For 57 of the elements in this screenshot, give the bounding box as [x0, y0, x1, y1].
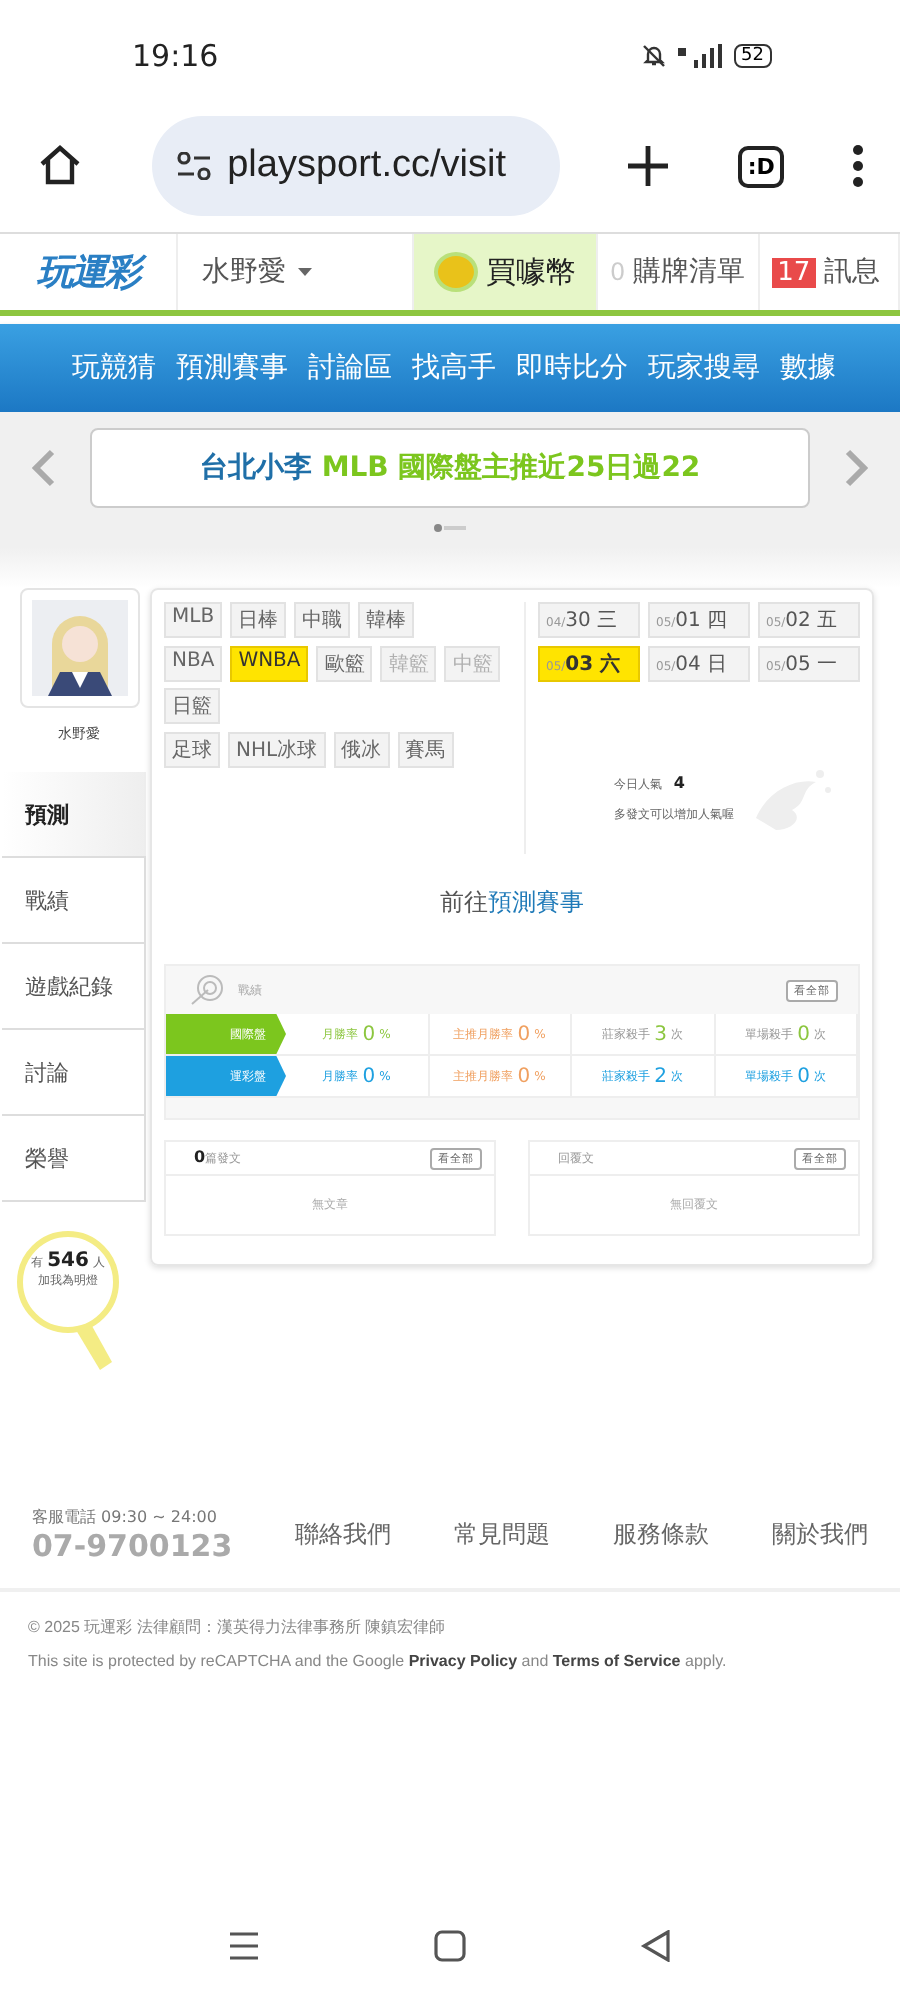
buy-coin-button[interactable]: 買噱幣 [414, 234, 598, 310]
sport-tag[interactable]: 日棒 [230, 602, 287, 638]
back-icon[interactable] [640, 1930, 673, 1962]
nav-link[interactable]: 數據 [780, 350, 836, 386]
sidebar-tab[interactable]: 預測 [1, 772, 145, 858]
nav-link[interactable]: 玩家搜尋 [648, 350, 760, 386]
footer-link[interactable]: 關於我們 [771, 1518, 868, 1552]
footer-link[interactable]: 聯絡我們 [295, 1518, 392, 1552]
predict-link[interactable]: 預測賽事 [488, 886, 584, 920]
pager-dots-icon [434, 524, 466, 532]
phone-number: 07-9700123 [32, 1528, 233, 1564]
menu-icon[interactable] [851, 144, 864, 188]
footer-link[interactable]: 常見問題 [454, 1518, 551, 1552]
sidebar-tab[interactable]: 戰績 [1, 858, 145, 944]
author-name: 台北小李 [199, 450, 312, 486]
sidebar-tab[interactable]: 遊戲紀錄 [1, 944, 145, 1030]
nav-link[interactable]: 玩競猜 [72, 350, 156, 386]
hotline-label: 客服電話 09:30 ~ 24:00 [32, 1506, 219, 1528]
headline-text: MLB 國際盤主推近25日過22 [321, 450, 701, 486]
address-bar[interactable]: playsport.cc/visit [151, 116, 560, 216]
site-settings-icon[interactable] [175, 152, 212, 180]
messages-link[interactable]: 17 訊息 [759, 234, 900, 310]
url-text: playsport.cc/visit [227, 144, 506, 188]
clock: 19:16 [132, 38, 219, 74]
home-icon[interactable] [36, 142, 84, 190]
site-logo[interactable]: 玩運彩 [0, 234, 178, 310]
sport-tag[interactable]: MLB [164, 602, 223, 638]
bell-off-icon [641, 44, 666, 68]
sport-tag[interactable]: 中職 [294, 602, 351, 638]
sport-tag[interactable]: WNBA [230, 646, 309, 682]
sport-tag[interactable]: 俄冰 [333, 732, 390, 768]
tab-switcher-button[interactable]: :D [737, 145, 785, 187]
nav-link[interactable]: 討論區 [308, 350, 392, 386]
goto-text: 前往 [440, 886, 488, 920]
signal-icon [677, 44, 722, 68]
sport-tag[interactable]: 賽馬 [397, 732, 454, 768]
nav-link[interactable]: 即時比分 [516, 350, 628, 386]
sport-tag[interactable]: 韓棒 [358, 602, 415, 638]
sport-tag[interactable]: 歐籃 [316, 646, 373, 682]
recent-apps-icon[interactable] [227, 1932, 260, 1960]
caret-icon [298, 268, 312, 276]
battery-indicator: 52 [733, 44, 772, 68]
sport-tag[interactable]: NHL冰球 [228, 732, 326, 768]
sidebar-tab[interactable]: 討論 [1, 1030, 145, 1116]
headline-card[interactable]: 台北小李 MLB 國際盤主推近25日過22 [90, 428, 810, 508]
target-icon [190, 974, 226, 1006]
nav-link[interactable]: 預測賽事 [176, 350, 288, 386]
new-tab-icon[interactable] [626, 144, 671, 188]
sport-tag[interactable]: 足球 [164, 732, 220, 768]
sidebar-tab[interactable]: 榮譽 [1, 1116, 145, 1202]
nav-link[interactable]: 找高手 [412, 350, 496, 386]
sport-tag[interactable]: NBA [164, 646, 223, 682]
copyright-text: © 2025 玩運彩 法律顧問：漢英得力法律事務所 陳鎮宏律師 [28, 1616, 448, 1638]
sport-tag[interactable]: 日籃 [164, 688, 220, 724]
footer-link[interactable]: 服務條款 [613, 1518, 710, 1552]
recaptcha-notice: This site is protected by reCAPTCHA and the Google Privacy Policy and Terms of Service apply. [28, 1652, 729, 1670]
home-button-icon[interactable] [433, 1930, 466, 1962]
